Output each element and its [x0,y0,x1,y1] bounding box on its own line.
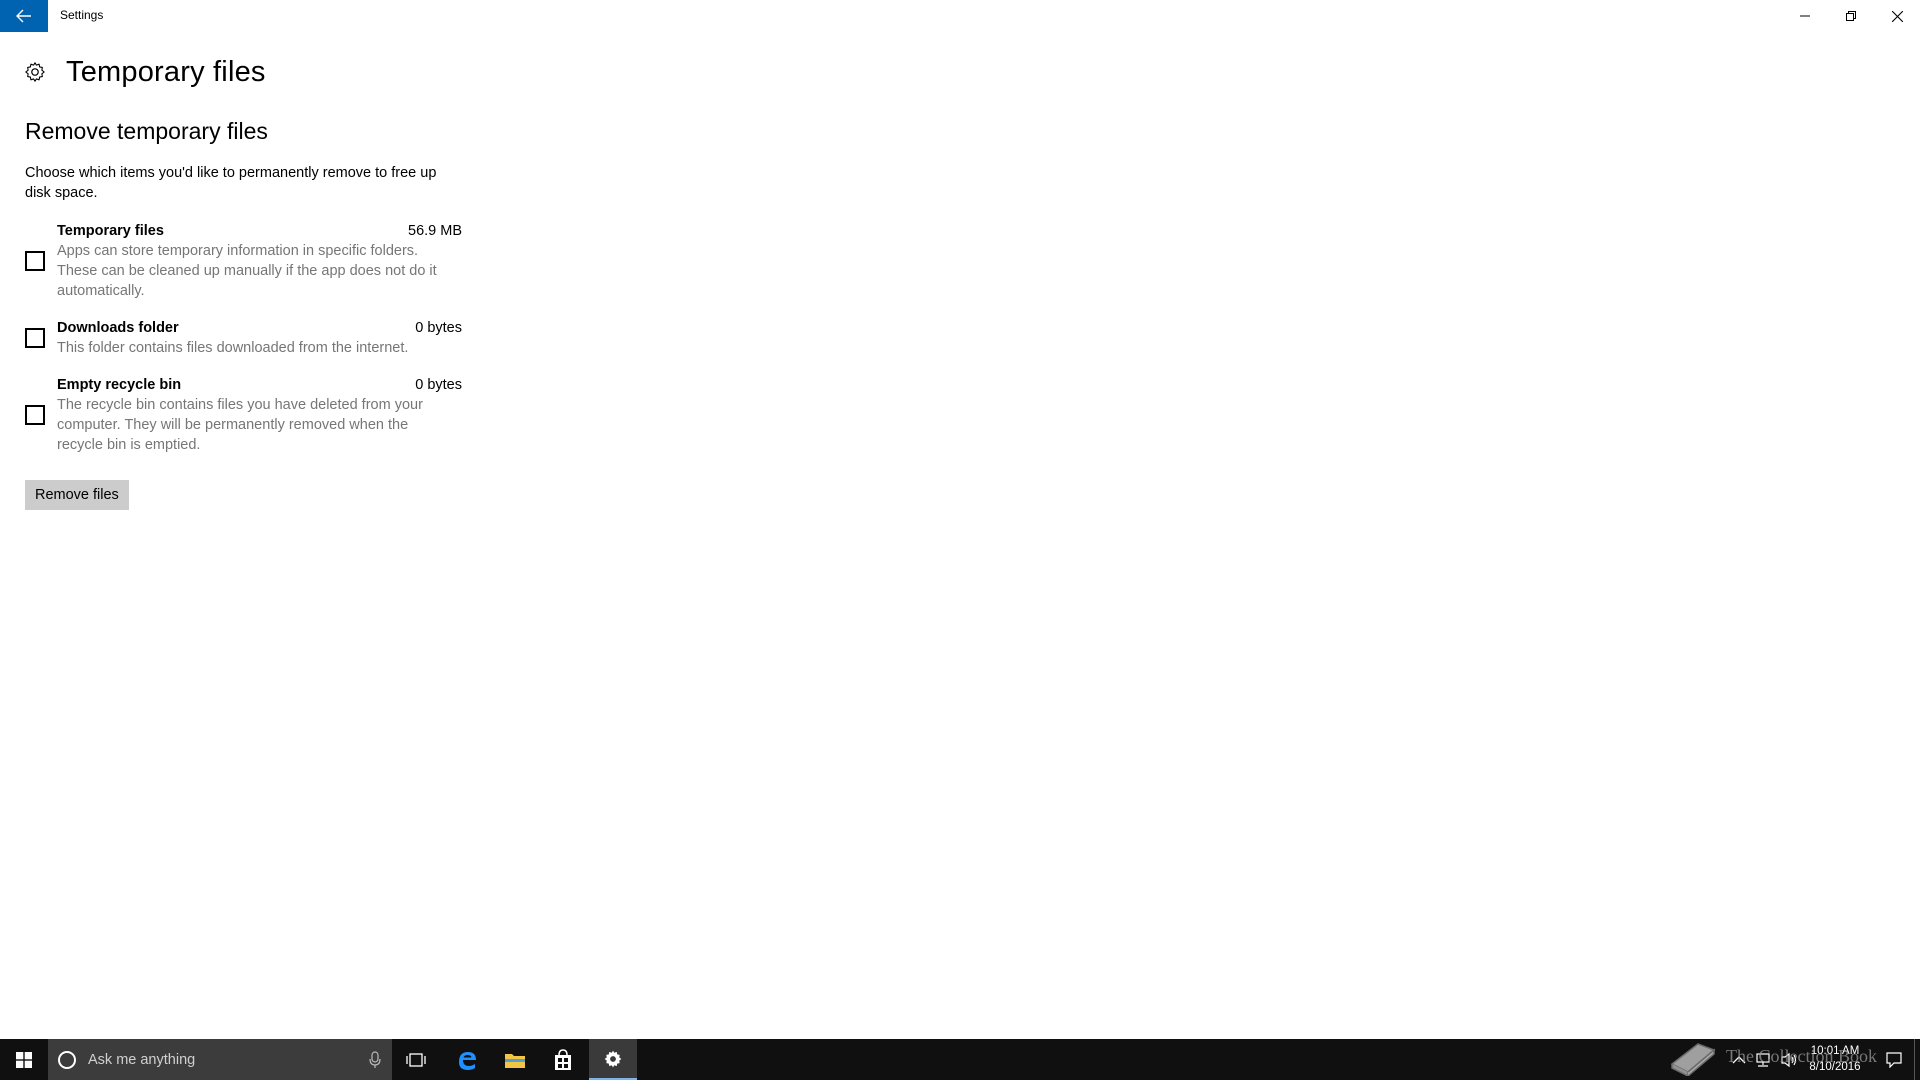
cortana-search-box[interactable]: Ask me anything [48,1039,392,1080]
section-title: Remove temporary files [25,118,268,144]
restore-icon [1846,11,1856,21]
gear-icon [25,62,45,82]
edge-icon [459,1051,476,1070]
store-button[interactable] [539,1039,587,1080]
windows-logo-icon [16,1051,32,1068]
item-temporary-files: Temporary files 56.9 MB Apps can store t… [25,221,465,301]
task-view-icon [406,1052,426,1067]
minimize-icon [1800,15,1810,17]
microphone-icon[interactable] [368,1051,382,1069]
item-description: Apps can store temporary information in … [57,243,437,299]
close-icon [1891,10,1903,22]
book-icon [1670,1043,1716,1076]
item-empty-recycle-bin: Empty recycle bin 0 bytes The recycle bi… [25,375,465,455]
edge-button[interactable] [443,1039,491,1080]
close-button[interactable] [1874,0,1920,32]
content-area: Remove temporary files Choose which item… [25,118,465,510]
item-downloads-folder: Downloads folder 0 bytes This folder con… [25,318,465,358]
checkbox-downloads-folder[interactable] [25,328,45,348]
settings-icon [604,1050,622,1067]
task-view-button[interactable] [392,1039,440,1080]
back-button[interactable] [0,0,48,32]
search-placeholder: Ask me anything [88,1051,196,1068]
item-name: Downloads folder [57,320,179,336]
page-header: Temporary files [24,56,266,88]
back-arrow-icon [16,9,31,23]
item-description: This folder contains files downloaded fr… [57,340,409,356]
item-name: Empty recycle bin [57,377,182,393]
item-description: The recycle bin contains files you have … [57,397,423,453]
cortana-icon [58,1050,76,1069]
title-bar: Settings [0,0,1920,32]
settings-taskbar-button[interactable] [589,1039,637,1080]
intro-text: Choose which items you'd like to permane… [25,165,437,201]
restore-button[interactable] [1828,0,1874,32]
watermark: The Collection Book [1668,1036,1877,1076]
remove-files-button[interactable]: Remove files [25,480,129,510]
notification-icon [1886,1051,1902,1068]
item-name: Temporary files [57,223,164,239]
action-center-button[interactable] [1876,1039,1912,1080]
taskbar: Ask me anything 10:01 AM 8/10/2016 [0,1039,1920,1080]
watermark-text: The Collection Book [1726,1045,1877,1066]
minimize-button[interactable] [1782,0,1828,32]
item-size: 0 bytes [415,320,462,336]
start-button[interactable] [0,1039,48,1080]
checkbox-empty-recycle-bin[interactable] [25,405,45,425]
page-title: Temporary files [66,55,266,88]
store-icon [555,1048,571,1070]
file-explorer-button[interactable] [491,1039,539,1080]
checkbox-temporary-files[interactable] [25,251,45,271]
show-desktop-button[interactable] [1914,1039,1920,1080]
item-size: 0 bytes [415,377,462,393]
item-size: 56.9 MB [408,223,462,239]
app-title: Settings [60,8,104,22]
settings-window: Settings Temporary files Remove temporar… [0,0,1920,1039]
file-explorer-icon [505,1053,525,1068]
